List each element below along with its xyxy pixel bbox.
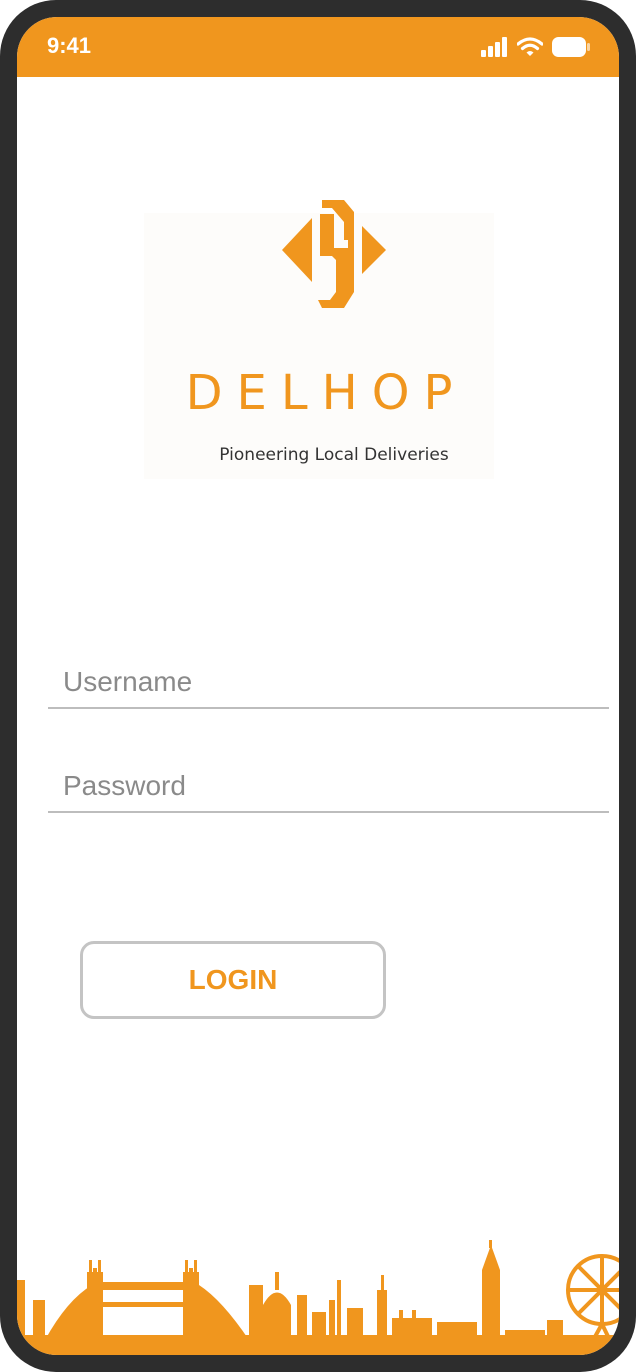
wifi-icon [517,37,543,56]
username-input[interactable] [48,657,609,707]
brand-name: DELHOP [185,365,467,421]
status-bar: 9:41 [17,17,619,77]
password-field[interactable] [48,761,609,813]
status-time: 9:41 [47,33,92,58]
london-skyline-illustration [17,1240,619,1355]
battery-icon [552,37,590,57]
app-screen: 9:41 DELHOP Pioneering Local Deliveries … [17,17,619,1355]
delhop-logo-icon [282,200,386,308]
phone-frame: 9:41 DELHOP Pioneering Local Deliveries … [0,0,636,1372]
login-button[interactable]: LOGIN [80,941,386,1019]
brand-logo: DELHOP Pioneering Local Deliveries [144,200,494,479]
username-field[interactable] [48,657,609,709]
status-icons [481,35,591,59]
password-input[interactable] [48,761,609,811]
signal-icon [481,37,507,57]
brand-tagline: Pioneering Local Deliveries [219,445,449,465]
